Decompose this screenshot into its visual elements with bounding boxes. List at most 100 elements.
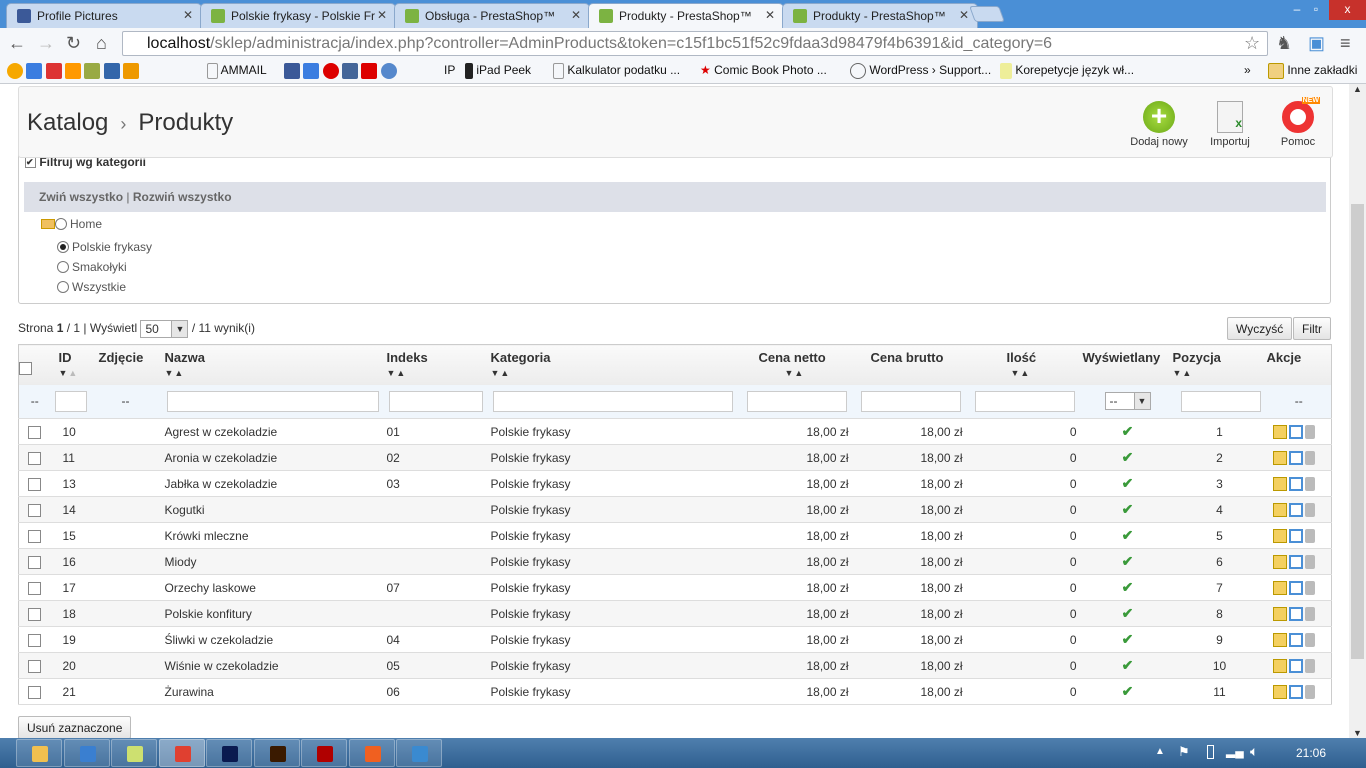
filter-quantity-input[interactable]	[974, 390, 1075, 412]
taskbar-photoshop[interactable]	[206, 739, 252, 767]
maximize-button[interactable]: ▫	[1303, 2, 1329, 22]
add-new-button[interactable]: + Dodaj nowy	[1124, 101, 1194, 149]
bookmark-comic[interactable]: ★ Comic Book Photo ...	[700, 63, 827, 77]
bookmark-kalkulator[interactable]: Kalkulator podatku ...	[553, 63, 680, 79]
taskbar-illustrator[interactable]	[253, 739, 300, 767]
bookmark-wordpress[interactable]: WordPress › Support...	[850, 63, 991, 79]
filter-reference-input[interactable]	[388, 390, 483, 412]
taskbar-explorer[interactable]	[16, 739, 62, 767]
row-checkbox[interactable]	[28, 503, 42, 517]
url-bar[interactable]: localhost/sklep/administracja/index.php?…	[122, 31, 1268, 56]
bookmark-icons[interactable]	[7, 63, 140, 79]
row-checkbox[interactable]	[28, 451, 42, 465]
col-id[interactable]: ID ▼▲	[50, 344, 91, 385]
delete-icon[interactable]	[1304, 476, 1315, 491]
col-reference[interactable]: Indeks ▼▲	[382, 344, 487, 385]
expand-all-link[interactable]: Rozwiń wszystko	[133, 190, 232, 204]
enabled-check-icon[interactable]: ✔	[1122, 475, 1134, 491]
duplicate-icon[interactable]	[1288, 424, 1303, 439]
delete-icon[interactable]	[1304, 580, 1315, 595]
close-tab-icon[interactable]: ✕	[571, 8, 581, 22]
browser-tab[interactable]: Produkty - PrestaShop™ ✕	[782, 3, 978, 28]
col-quantity[interactable]: Ilość ▼▲	[968, 344, 1083, 385]
enabled-check-icon[interactable]: ✔	[1122, 501, 1134, 517]
delete-icon[interactable]	[1304, 658, 1315, 673]
taskbar-filezilla[interactable]	[301, 739, 347, 767]
tree-item-smakolyki[interactable]: Smakołyki	[57, 260, 127, 274]
forward-icon[interactable]: →	[37, 33, 55, 54]
flag-icon[interactable]: ⚑	[1178, 744, 1190, 760]
back-icon[interactable]: ←	[8, 33, 26, 54]
edit-icon[interactable]	[1272, 528, 1287, 543]
col-price-net[interactable]: Cena netto ▼▲	[740, 344, 855, 385]
radio-smakolyki[interactable]	[57, 261, 69, 273]
delete-selected-button[interactable]: Usuń zaznaczone	[18, 716, 132, 738]
extension-icon[interactable]: ♞	[1276, 33, 1292, 54]
tree-item-polskie-frykasy[interactable]: Polskie frykasy	[57, 240, 152, 254]
scrollbar[interactable]: ▲ ▼	[1349, 84, 1366, 738]
filter-price-net-input[interactable]	[746, 390, 847, 412]
filter-name-input[interactable]	[166, 390, 379, 412]
close-tab-icon[interactable]: ✕	[959, 8, 969, 22]
radio-polskie-frykasy[interactable]	[57, 241, 69, 253]
enabled-check-icon[interactable]: ✔	[1122, 605, 1134, 621]
tree-item-wszystkie[interactable]: Wszystkie	[57, 280, 126, 294]
enabled-check-icon[interactable]: ✔	[1122, 631, 1134, 647]
reload-icon[interactable]: ↻	[66, 33, 81, 54]
duplicate-icon[interactable]	[1288, 502, 1303, 517]
duplicate-icon[interactable]	[1288, 580, 1303, 595]
taskbar-chrome[interactable]	[158, 739, 205, 767]
col-position[interactable]: Pozycja ▼▲	[1172, 344, 1267, 385]
close-window-button[interactable]: x	[1329, 0, 1366, 20]
col-name[interactable]: Nazwa ▼▲	[160, 344, 383, 385]
browser-tab[interactable]: Obsługa - PrestaShop™ ✕	[394, 3, 590, 28]
edit-icon[interactable]	[1272, 450, 1287, 465]
filter-id-input[interactable]	[54, 390, 87, 412]
enabled-check-icon[interactable]: ✔	[1122, 449, 1134, 465]
row-checkbox[interactable]	[28, 633, 42, 647]
delete-icon[interactable]	[1304, 606, 1315, 621]
select-all-checkbox[interactable]	[19, 361, 32, 375]
radio-wszystkie[interactable]	[57, 281, 69, 293]
new-tab-button[interactable]	[969, 6, 1005, 22]
table-row[interactable]: 21 Żurawina 06 Polskie frykasy 18,00 zł 18,00…	[18, 678, 1332, 705]
taskbar-ie[interactable]	[63, 739, 110, 767]
edit-icon[interactable]	[1272, 684, 1287, 699]
taskbar-notepad[interactable]	[111, 739, 157, 767]
volume-icon[interactable]: 🔈︎	[1250, 743, 1258, 760]
other-bookmarks[interactable]: Inne zakładki	[1268, 63, 1357, 79]
enabled-check-icon[interactable]: ✔	[1122, 579, 1134, 595]
browser-tab[interactable]: Produkty - PrestaShop™ ✕	[588, 3, 784, 29]
delete-icon[interactable]	[1304, 632, 1315, 647]
col-category[interactable]: Kategoria ▼▲	[486, 344, 741, 385]
bookmarks-overflow[interactable]: »	[1244, 63, 1251, 77]
row-checkbox[interactable]	[28, 555, 42, 569]
duplicate-icon[interactable]	[1288, 632, 1303, 647]
signal-icon[interactable]: ▂▄	[1226, 744, 1244, 758]
close-tab-icon[interactable]: ✕	[765, 8, 775, 22]
enabled-check-icon[interactable]: ✔	[1122, 527, 1134, 543]
menu-icon[interactable]: ≡	[1340, 33, 1351, 54]
scrollbar-thumb[interactable]	[1351, 204, 1364, 659]
bookmark-misc-icons[interactable]	[284, 63, 397, 79]
per-page-select[interactable]: 50 ▼	[140, 320, 189, 338]
row-checkbox[interactable]	[28, 529, 42, 543]
table-row[interactable]: 17 Orzechy laskowe 07 Polskie frykasy 18,00 …	[18, 574, 1332, 601]
table-row[interactable]: 16 Miody Polskie frykasy 18,00 zł 18,00 zł 0 ✔…	[18, 548, 1332, 575]
enabled-check-icon[interactable]: ✔	[1122, 657, 1134, 673]
edit-icon[interactable]	[1272, 580, 1287, 595]
row-checkbox[interactable]	[28, 425, 42, 439]
taskbar-globe[interactable]	[396, 739, 442, 767]
duplicate-icon[interactable]	[1288, 554, 1303, 569]
edit-icon[interactable]	[1272, 476, 1287, 491]
filter-price-gross-input[interactable]	[860, 390, 961, 412]
delete-icon[interactable]	[1304, 502, 1315, 517]
edit-icon[interactable]	[1272, 554, 1287, 569]
duplicate-icon[interactable]	[1288, 528, 1303, 543]
radio-home[interactable]	[55, 218, 67, 230]
row-checkbox[interactable]	[28, 581, 42, 595]
clock[interactable]: 21:06	[1296, 746, 1326, 760]
table-row[interactable]: 11 Aronia w czekoladzie 02 Polskie frykasy 1…	[18, 444, 1332, 471]
table-row[interactable]: 19 Śliwki w czekoladzie 04 Polskie frykasy 1…	[18, 626, 1332, 653]
bookmark-korepetycje[interactable]: Korepetycje język wł...	[1000, 63, 1134, 79]
